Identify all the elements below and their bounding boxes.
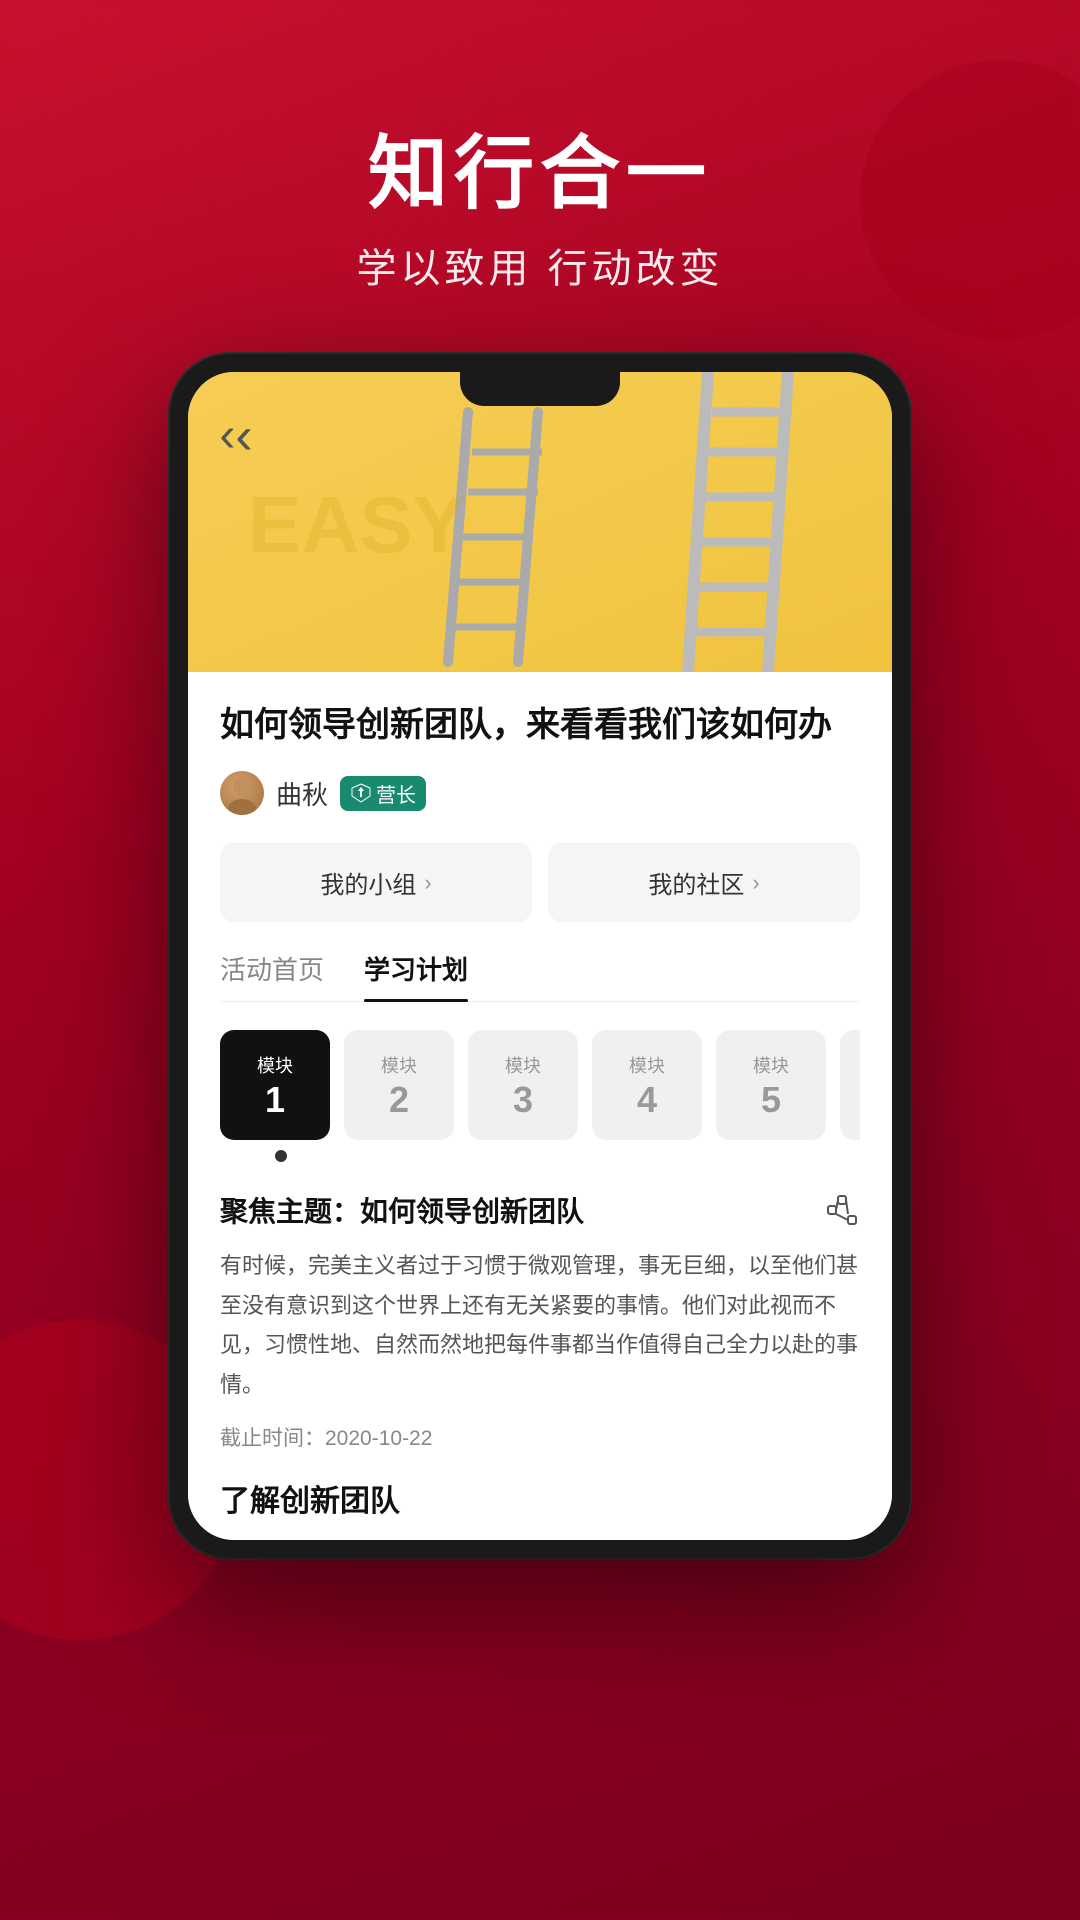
badge-label: 营长 <box>376 779 416 808</box>
avatar-person-icon <box>220 771 264 815</box>
deadline-row: 截止时间：2020-10-22 <box>220 1422 860 1452</box>
header-area: 知行合一 学以致用 行动改变 <box>0 0 1080 354</box>
module-3-number: 3 <box>513 1082 533 1118</box>
module-card-2[interactable]: 模块 2 <box>344 1030 454 1140</box>
module-1-label: 模块 <box>257 1052 293 1078</box>
module-4-number: 4 <box>637 1082 657 1118</box>
hero-ladder-illustration: EASY <box>188 372 892 672</box>
module-2-number: 2 <box>389 1082 409 1118</box>
module-3-label: 模块 <box>505 1052 541 1078</box>
tab-study-plan[interactable]: 学习计划 <box>364 950 468 1001</box>
phone-notch <box>460 372 620 406</box>
share-button[interactable] <box>824 1192 860 1228</box>
module-card-4[interactable]: 模块 4 <box>592 1030 702 1140</box>
my-group-arrow: › <box>424 870 431 896</box>
module-4-label: 模块 <box>629 1052 665 1078</box>
focus-body-text: 有时候，完美主义者过于习惯于微观管理，事无巨细，以至他们甚至没有意识到这个世界上… <box>220 1246 860 1404</box>
my-community-label: 我的社区 <box>648 865 744 900</box>
phone-mockup: ‹ <box>170 354 910 1558</box>
my-group-label: 我的小组 <box>320 865 416 900</box>
share-icon <box>826 1194 858 1226</box>
nav-buttons-row: 我的小组 › 我的社区 › <box>220 843 860 922</box>
my-community-button[interactable]: 我的社区 › <box>548 843 860 922</box>
tab-activity-home[interactable]: 活动首页 <box>220 950 324 1001</box>
author-badge: 营长 <box>340 776 426 811</box>
module-5-label: 模块 <box>753 1052 789 1078</box>
module-card-ending[interactable]: 结营 <box>840 1030 860 1140</box>
article-title: 如何领导创新团队，来看看我们该如何办 <box>220 700 860 751</box>
pagination-dots <box>220 1150 860 1162</box>
understand-title: 了解创新团队 <box>220 1476 860 1520</box>
author-name: 曲秋 <box>276 775 328 812</box>
my-community-arrow: › <box>752 870 759 896</box>
hero-image: ‹ <box>188 372 892 672</box>
focus-title: 聚焦主题：如何领导创新团队 <box>220 1190 584 1230</box>
focus-section: 聚焦主题：如何领导创新团队 有时候，完美主 <box>220 1190 860 1540</box>
tabs-row: 活动首页 学习计划 <box>220 950 860 1002</box>
module-card-1[interactable]: 模块 1 <box>220 1030 330 1140</box>
author-avatar <box>220 771 264 815</box>
phone-wrapper: ‹ <box>0 354 1080 1558</box>
module-5-number: 5 <box>761 1082 781 1118</box>
main-subtitle: 学以致用 行动改变 <box>0 236 1080 294</box>
my-group-button[interactable]: 我的小组 › <box>220 843 532 922</box>
back-arrow-icon: ‹ <box>235 406 252 466</box>
content-area: 如何领导创新团队，来看看我们该如何办 曲秋 <box>188 672 892 1540</box>
author-row: 曲秋 营长 <box>220 771 860 815</box>
module-1-number: 1 <box>265 1082 285 1118</box>
module-card-5[interactable]: 模块 5 <box>716 1030 826 1140</box>
avatar-image <box>220 771 264 815</box>
back-button[interactable]: ‹ <box>216 416 256 456</box>
module-2-label: 模块 <box>381 1052 417 1078</box>
svg-text:EASY: EASY <box>248 480 466 569</box>
badge-shield-icon <box>350 782 372 804</box>
focus-header: 聚焦主题：如何领导创新团队 <box>220 1190 860 1230</box>
modules-row: 模块 1 模块 2 模块 3 模块 4 <box>220 1030 860 1140</box>
main-title: 知行合一 <box>0 130 1080 218</box>
active-dot <box>275 1150 287 1162</box>
phone-screen: ‹ <box>188 372 892 1540</box>
module-card-3[interactable]: 模块 3 <box>468 1030 578 1140</box>
